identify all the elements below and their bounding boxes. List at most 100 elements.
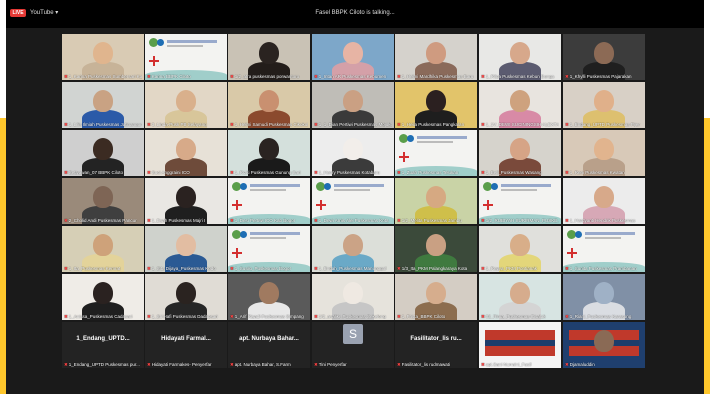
participant-name: 1_Rizki Puskesmas Gunung Sari xyxy=(234,170,301,175)
participant-name-label: ✖apt.Sani Nurraini_Fasil xyxy=(481,362,559,367)
zoom-window: LIVE YouTube ▾ Fasel BBPK Ciloto is talk… xyxy=(6,0,704,394)
participant-video-tile[interactable]: ✖1_Endang_UPTD Puskesmas Pijer xyxy=(563,82,645,128)
participant-video-tile[interactable]: ✖1/2_avaliki_Puskesmas Sekelong xyxy=(312,274,394,320)
participant-face xyxy=(93,282,113,304)
mic-muted-icon: ✖ xyxy=(314,74,318,79)
participant-video-tile[interactable]: apt. Nurbaya Bahar... ✖apt. Nurbaya Bahar… xyxy=(228,322,310,368)
participant-video-tile[interactable]: ✖1_Ita_Puskesmas Kemrat xyxy=(62,226,144,272)
mic-muted-icon: ✖ xyxy=(230,74,234,79)
participant-face xyxy=(259,90,279,112)
mic-muted-icon: ✖ xyxy=(147,74,151,79)
participant-name-label: ✖1_Henry Puskesmas Kotabaru xyxy=(314,170,392,175)
participant-video-tile[interactable]: ✖1_Intan AR Puskesmas Kebumen xyxy=(312,34,394,80)
kemenkes-logo xyxy=(232,182,247,191)
participant-video-tile[interactable]: ✖Karina BBPK Ciloto xyxy=(145,34,227,80)
participant-video-tile[interactable]: ✖1_Lilis Ilmiah Puskesmas Jatinangor xyxy=(62,82,144,128)
participant-video-tile[interactable]: ✖1_Khylli Puskesmas Pajarakan xyxy=(563,34,645,80)
participant-face xyxy=(510,282,530,304)
participant-video-tile[interactable]: ✖1_Sunita Puskesmas Prambanan xyxy=(563,226,645,272)
participant-display-name: Fasilitator_lis ru... xyxy=(410,336,462,342)
participant-face xyxy=(93,42,113,64)
participant-name-label: ✖1_Intan AR Puskesmas Kebumen xyxy=(314,74,392,79)
participant-video-tile[interactable]: ✖apt.Sani Nurraini_Fasil xyxy=(479,322,561,368)
participant-video-tile[interactable]: ✖1_1V_DEWI SUCININGSIH ALEXTA xyxy=(479,82,561,128)
participant-video-tile[interactable]: ✖1_Desi Pertiwi ICO Kab Bogor xyxy=(228,178,310,224)
participant-video-tile[interactable]: ✖3_Linda-Pusk PB Selayang xyxy=(145,82,227,128)
participant-video-tile[interactable]: ✖1_Endah_Puskesmas Manunggal xyxy=(312,226,394,272)
participant-video-tile[interactable]: ✖1_Hardyanti Hendrik Puskesmas xyxy=(563,178,645,224)
participant-name-label: ✖1_Bell_Puskesmas Wasang xyxy=(481,170,559,175)
kemenkes-logo xyxy=(399,134,414,143)
participant-video-tile[interactable]: ✖1_Rizki Puskesmas Gunung Sari xyxy=(228,130,310,176)
participant-video-tile[interactable]: ✖1_Dyah Puskesmas Majri I xyxy=(145,178,227,224)
participant-video-tile[interactable]: ✖1_Arif Riyadi Puskesmas Simpang xyxy=(228,274,310,320)
participant-video-tile[interactable]: ✖Djamaluddin xyxy=(563,322,645,368)
participant-name: Setiyawan_07 BBPK Ciloto xyxy=(68,170,124,175)
participant-face xyxy=(594,282,614,304)
participant-video-tile[interactable]: ✖1_Bell_Puskesmas Wasang xyxy=(479,130,561,176)
virtual-bg-subtext xyxy=(167,45,203,47)
participant-name: 1_Susilo_Puskesmas Bogor xyxy=(234,266,292,271)
participant-face xyxy=(343,138,363,160)
virtual-bg-subtext xyxy=(501,189,537,191)
mic-muted-icon: ✖ xyxy=(397,362,401,367)
participant-face xyxy=(594,138,614,160)
participant-video-tile[interactable]: ✖1_Reyya_PKM Pontianak xyxy=(479,226,561,272)
participant-video-tile[interactable]: ✖1_Anissa_Puskesmas Cadasari xyxy=(62,274,144,320)
participant-video-tile[interactable]: ✖1_Henry Puskesmas Kotabaru xyxy=(312,130,394,176)
participant-name-label: ✖Setiyawan_07 BBPK Ciloto xyxy=(64,170,142,175)
participant-video-tile[interactable]: ✖1_Frista_BBPK Ciloto xyxy=(395,274,477,320)
participant-name-label: ✖1_Helmi Samudi Puskesmas Cikokol xyxy=(230,122,308,127)
participant-video-tile[interactable]: ✖1_Zuah Puskesmas Telukan xyxy=(395,130,477,176)
participant-name: 1_Riani_Puskesmas Karasong xyxy=(569,314,632,319)
participant-video-tile[interactable]: 1_Endang_UPTD... ✖1_Endang_UPTD Puskesmas… xyxy=(62,322,144,368)
participant-video-tile[interactable]: ✖1_1_Dian Pertiwi Puskesmas Mojokerto xyxy=(312,82,394,128)
participant-video-tile[interactable]: ✖1_Sri Hafi Puskesmas Dadapsari xyxy=(145,274,227,320)
participant-name: 1_Karina Puskesmas Sumbersari Kabupaten xyxy=(68,74,142,79)
participant-video-tile[interactable]: ✖Setiyawan_07 BBPK Ciloto xyxy=(62,130,144,176)
participant-face xyxy=(426,234,446,256)
mic-muted-icon: ✖ xyxy=(397,314,401,319)
participant-video-tile[interactable]: ✖1_Helmi Samudi Puskesmas Cikokol xyxy=(228,82,310,128)
participant-video-tile[interactable]: Fasilitator_lis ru... ✖Fasilitator_lis ru… xyxy=(395,322,477,368)
participant-video-tile[interactable]: ✖1_Susilo_Puskesmas Bogor xyxy=(228,226,310,272)
participant-video-tile[interactable]: ✖1_Sita Dijaya_Puskesmas Kodo xyxy=(145,226,227,272)
participant-video-tile[interactable]: ✖2_Cholid Andi Puskesmas Pancur xyxy=(62,178,144,224)
event-banner-stripe xyxy=(485,340,555,346)
participant-video-tile[interactable]: Hidayati Farmal... ✖Hidayati Farmakes- Pe… xyxy=(145,322,227,368)
participant-video-tile[interactable]: ✖1_Riani_Puskesmas Karasong xyxy=(563,274,645,320)
participant-name: 02_Rima_Puskesmas Cisalak xyxy=(485,314,546,319)
participant-video-tile[interactable]: ✖1/2_afra puskesmas porwantoro xyxy=(228,34,310,80)
participant-video-tile[interactable]: ✖Suci Anggraini ICO xyxy=(145,130,227,176)
participant-name-label: ✖2_Cholid Andi Puskesmas Pancur xyxy=(64,218,142,223)
participant-video-tile[interactable]: ✖02_Rima_Puskesmas Cisalak xyxy=(479,274,561,320)
participant-name-label: ✖Djamaluddin xyxy=(565,362,643,367)
participant-video-tile[interactable]: ✖1/3_Ita_PKM Palangkaraya Kota xyxy=(395,226,477,272)
mic-muted-icon: ✖ xyxy=(64,122,68,127)
participant-video-tile[interactable]: S ✖Tini Penyerfar xyxy=(312,322,394,368)
mic-muted-icon: ✖ xyxy=(230,266,234,271)
participant-video-tile[interactable]: ✖1/2_Melita Puskesmas Jambu xyxy=(395,178,477,224)
participant-video-tile[interactable]: ✖1_Heila Puskesmas Pangkalan xyxy=(395,82,477,128)
participant-name: 1_Sita Dijaya_Puskesmas Kodo xyxy=(151,266,216,271)
participant-name-label: ✖1_Endang_UPTD Puskesmas pur... xyxy=(64,362,142,367)
participant-video-tile[interactable]: ✖1_Karina Puskesmas Sumbersari Kabupaten xyxy=(62,34,144,80)
mic-muted-icon: ✖ xyxy=(147,266,151,271)
mic-muted-icon: ✖ xyxy=(314,314,318,319)
participant-video-tile[interactable]: ✖1/2_RUBIYAH SURIRMAN_PUSKE... xyxy=(479,178,561,224)
mic-muted-icon: ✖ xyxy=(64,74,68,79)
red-cross-icon xyxy=(232,248,242,258)
participant-name-label: ✖3_Linda-Pusk PB Selayang xyxy=(147,122,225,127)
participant-video-tile[interactable]: ✖1_Helmi Mardhika Puskesmas Baru xyxy=(395,34,477,80)
participant-name-label: ✖Karina BBPK Ciloto xyxy=(147,74,225,79)
mic-muted-icon: ✖ xyxy=(565,266,569,271)
mic-muted-icon: ✖ xyxy=(565,74,569,79)
participant-name: apt.Sani Nurraini_Fasil xyxy=(485,362,532,367)
participant-video-tile[interactable]: ✖1_Dewi Arnis Alei Puskesmas Kota xyxy=(312,178,394,224)
kemenkes-logo xyxy=(316,182,331,191)
participant-video-tile[interactable]: ✖1_Reni Puskesmas Kwatan xyxy=(563,130,645,176)
red-cross-icon xyxy=(232,200,242,210)
virtual-bg-subtext xyxy=(250,189,286,191)
virtual-bg-subtext xyxy=(417,141,453,143)
participant-video-tile[interactable]: ✖1_Rilpa Puskesmas Kebun Bunga xyxy=(479,34,561,80)
